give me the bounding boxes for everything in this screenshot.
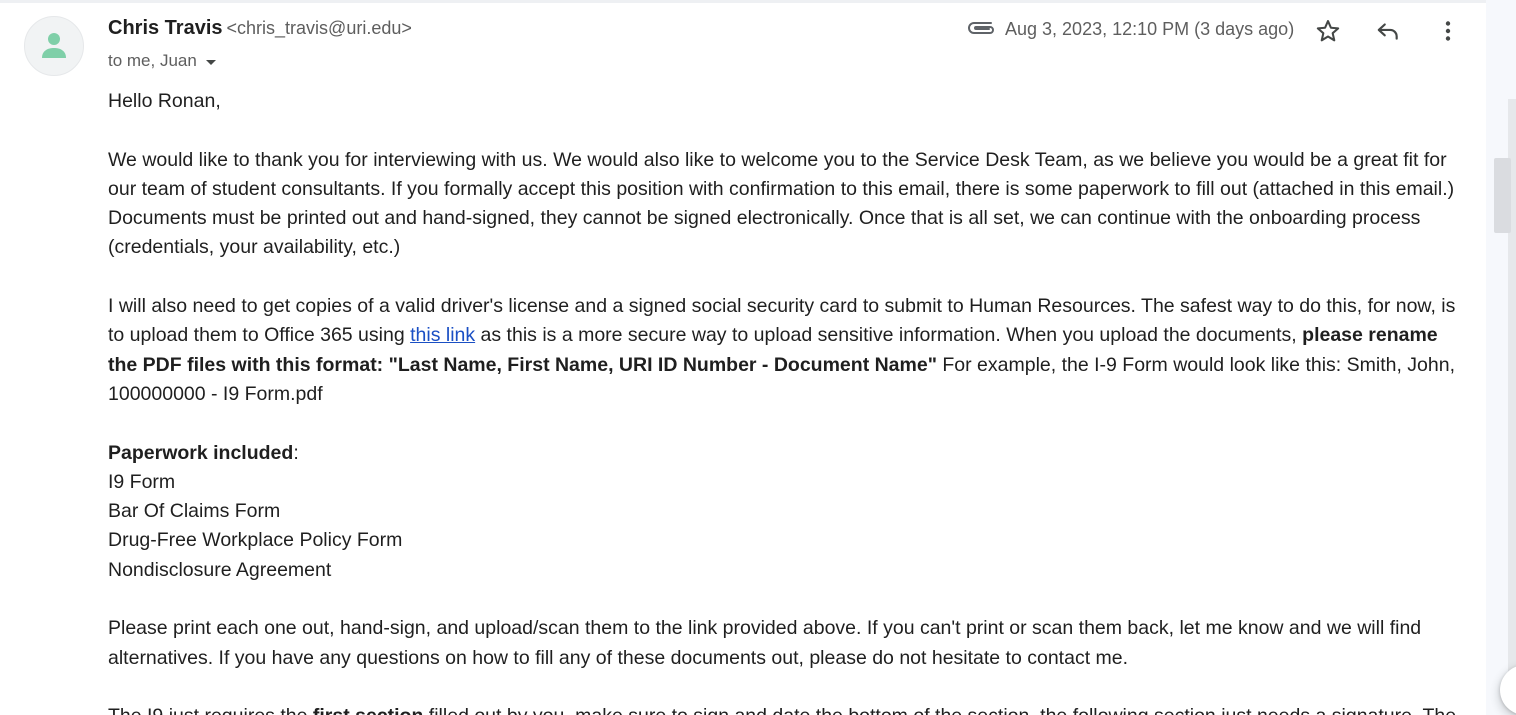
p4-bold: first section <box>313 705 424 715</box>
email-message: Chris Travis <chris_travis@uri.edu> to me… <box>0 0 1486 715</box>
default-person-icon <box>42 33 66 58</box>
paragraph-welcome: We would like to thank you for interview… <box>108 148 1455 259</box>
greeting: Hello Ronan, <box>108 90 221 112</box>
more-vert-icon <box>1445 21 1451 41</box>
reply-button[interactable] <box>1368 11 1408 51</box>
recipients-label: to me, Juan <box>108 51 197 70</box>
caret-down-icon <box>205 59 216 65</box>
star-icon <box>1316 20 1340 42</box>
more-options-button[interactable] <box>1428 11 1468 51</box>
list-item: Nondisclosure Agreement <box>108 558 332 581</box>
recipients-toggle[interactable]: to me, Juan <box>108 51 216 71</box>
sender-email: <chris_travis@uri.edu> <box>226 18 412 38</box>
message-body: Hello Ronan, We would like to thank you … <box>108 87 1468 715</box>
sender-name[interactable]: Chris Travis <box>108 17 223 39</box>
p2-text-after-link: as this is a more secure way to upload s… <box>475 324 1303 347</box>
paragraph-instructions: Please print each one out, hand-sign, an… <box>108 617 1422 669</box>
list-item: Bar Of Claims Form <box>108 500 281 523</box>
list-item: I9 Form <box>108 470 176 493</box>
upload-link[interactable]: this link <box>410 324 475 346</box>
paperwork-heading-colon: : <box>293 441 299 464</box>
scrollbar-thumb[interactable] <box>1494 158 1511 233</box>
p4-rest: filled out by you, make sure to sign and… <box>423 705 1456 715</box>
paperclip-icon <box>968 22 994 34</box>
list-item: Drug-Free Workplace Policy Form <box>108 529 403 552</box>
paragraph-documents: I will also need to get copies of a vali… <box>108 292 1468 409</box>
p4-text: The I9 just requires the <box>108 705 313 715</box>
reply-icon <box>1377 23 1398 40</box>
message-date: Aug 3, 2023, 12:10 PM (3 days ago) <box>1005 19 1295 39</box>
sender-avatar[interactable] <box>24 16 84 76</box>
star-button[interactable] <box>1308 11 1348 51</box>
paragraph-i9: The I9 just requires the first section f… <box>108 702 1468 715</box>
paperwork-heading: Paperwork included: <box>108 439 1468 468</box>
sender-line: Chris Travis <chris_travis@uri.edu> <box>108 17 412 40</box>
paperwork-heading-label: Paperwork included <box>108 441 294 464</box>
